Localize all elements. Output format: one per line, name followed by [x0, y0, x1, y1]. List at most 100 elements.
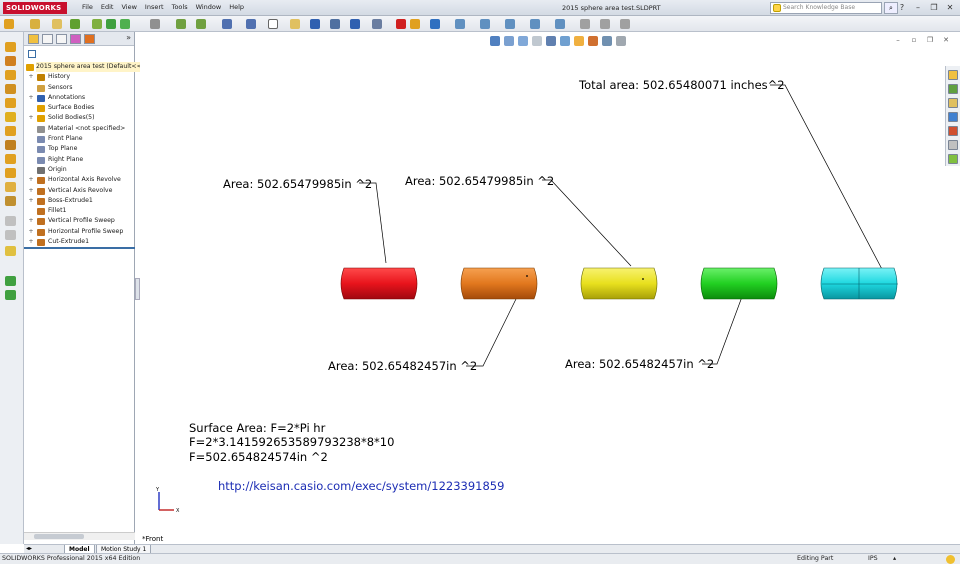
line-icon[interactable] — [455, 19, 465, 29]
cut-extrude-command-icon[interactable] — [5, 112, 16, 122]
rebuild-status-icon[interactable] — [946, 555, 955, 564]
sweep-boss-icon[interactable] — [120, 19, 130, 29]
open-folder-icon[interactable] — [52, 19, 62, 29]
offset-entities-icon[interactable] — [600, 19, 610, 29]
tree-item[interactable]: Sensors — [24, 83, 135, 93]
tree-root-part[interactable]: 2015 sphere area test (Default<< — [24, 62, 142, 72]
formula-note-2[interactable]: F=2*3.141592653589793238*8*10 — [189, 435, 394, 449]
tree-item[interactable]: + Vertical Axis Revolve — [24, 186, 135, 196]
units-dropdown-icon[interactable]: ▴ — [893, 555, 896, 562]
tab-display-manager[interactable] — [84, 34, 95, 44]
close-button[interactable]: ✕ — [944, 2, 956, 13]
minimize-viewport-icon[interactable]: – — [893, 36, 903, 44]
design-library-icon[interactable] — [948, 84, 958, 94]
shell-command-icon[interactable] — [5, 246, 16, 256]
forum-icon[interactable] — [948, 154, 958, 164]
edit-appearance-icon[interactable] — [588, 36, 598, 46]
hide-show-items-icon[interactable] — [574, 36, 584, 46]
menu-insert[interactable]: Insert — [145, 3, 164, 11]
appearances-icon[interactable] — [948, 126, 958, 136]
tab-scroll-arrows[interactable]: ◂▸ — [26, 545, 32, 552]
features-icon[interactable] — [30, 19, 40, 29]
hole-wizard-icon[interactable] — [5, 126, 16, 136]
cut-loft-command-icon[interactable] — [5, 168, 16, 178]
tab-dimxpert[interactable] — [70, 34, 81, 44]
extrude-command-icon[interactable] — [5, 42, 16, 52]
zoom-area-icon[interactable] — [504, 36, 514, 46]
sketch-icon[interactable] — [4, 19, 14, 29]
display-style-icon[interactable] — [560, 36, 570, 46]
save-icon[interactable] — [310, 19, 320, 29]
cut-sweep-command-icon[interactable] — [5, 154, 16, 164]
tab-property-manager[interactable] — [42, 34, 53, 44]
red-area-annotation[interactable]: Area: 502.65479985in ^2 — [223, 177, 372, 191]
formula-note-1[interactable]: Surface Area: F=2*Pi hr — [189, 421, 325, 435]
revolve-command-icon[interactable] — [5, 56, 16, 66]
arc-icon[interactable] — [530, 19, 540, 29]
tree-item[interactable]: Top Plane — [24, 144, 135, 154]
menu-view[interactable]: View — [121, 3, 136, 11]
options-icon[interactable] — [430, 19, 440, 29]
fillet-command-icon[interactable] — [5, 182, 16, 192]
expand-plus-icon[interactable]: + — [28, 218, 34, 224]
formula-note-3[interactable]: F=502.654824574in ^2 — [189, 450, 328, 464]
boundary-command-icon[interactable] — [5, 98, 16, 108]
tab-configuration-manager[interactable] — [56, 34, 67, 44]
expand-plus-icon[interactable]: + — [28, 115, 34, 121]
orange-area-annotation[interactable]: Area: 502.65482457in ^2 — [328, 359, 477, 373]
view-settings-icon[interactable] — [616, 36, 626, 46]
filter-icon[interactable] — [28, 50, 36, 58]
tree-item[interactable]: + Boss-Extrude1 — [24, 196, 135, 206]
rib-command-icon[interactable] — [5, 216, 16, 226]
new-document-icon[interactable] — [268, 19, 278, 29]
tree-item[interactable]: + Vertical Profile Sweep — [24, 216, 135, 226]
fillet-tool-icon[interactable] — [176, 19, 186, 29]
tree-item[interactable]: + Horizontal Profile Sweep — [24, 227, 135, 237]
tree-item[interactable]: + Solid Bodies(5) — [24, 113, 135, 123]
cut-revolve-command-icon[interactable] — [5, 140, 16, 150]
expand-plus-icon[interactable]: + — [28, 187, 34, 194]
close-viewport-icon[interactable]: ✕ — [941, 36, 951, 44]
curves-command-icon[interactable] — [5, 276, 16, 286]
expand-plus-icon[interactable]: + — [28, 177, 34, 183]
tree-item[interactable]: Right Plane — [24, 155, 135, 165]
pattern-command-icon[interactable] — [5, 196, 16, 206]
smart-dimension-icon[interactable] — [246, 19, 256, 29]
expand-plus-icon[interactable]: + — [28, 228, 34, 235]
select-icon[interactable] — [372, 19, 382, 29]
tree-item[interactable]: + Horizontal Axis Revolve — [24, 175, 135, 185]
section-view-icon[interactable] — [532, 36, 542, 46]
tree-item[interactable]: Front Plane — [24, 134, 135, 144]
rectangle-icon[interactable] — [480, 19, 490, 29]
minimize-button[interactable]: – — [912, 2, 924, 13]
rebuild-icon[interactable] — [70, 19, 80, 29]
split-viewport-icon[interactable]: ▫ — [909, 36, 919, 44]
solidworks-resources-icon[interactable] — [948, 70, 958, 80]
draft-command-icon[interactable] — [5, 230, 16, 240]
menu-edit[interactable]: Edit — [101, 3, 114, 11]
previous-view-icon[interactable] — [518, 36, 528, 46]
tree-item[interactable]: Material <not specified> — [24, 124, 135, 134]
revolve-boss-icon[interactable] — [106, 19, 116, 29]
view-palette-icon[interactable] — [948, 112, 958, 122]
total-area-annotation[interactable]: Total area: 502.65480071 inches^2 — [579, 78, 785, 92]
undo-icon[interactable] — [350, 19, 360, 29]
scrollbar-thumb[interactable] — [34, 534, 84, 539]
view-orientation-icon[interactable] — [546, 36, 556, 46]
expand-plus-icon[interactable]: + — [28, 94, 34, 101]
reference-link[interactable]: http://keisan.casio.com/exec/system/1223… — [218, 479, 504, 493]
green-area-annotation[interactable]: Area: 502.65482457in ^2 — [565, 357, 714, 371]
tree-rollback-bar[interactable] — [24, 247, 135, 249]
horizontal-scrollbar[interactable] — [24, 532, 135, 540]
chamfer-tool-icon[interactable] — [196, 19, 206, 29]
reference-geometry-icon[interactable] — [222, 19, 232, 29]
expand-chevron-icon[interactable]: » — [126, 33, 131, 42]
graphics-area[interactable] — [140, 32, 945, 544]
yellow-area-annotation[interactable]: Area: 502.65479985in ^2 — [405, 174, 554, 188]
traffic-light-icon[interactable] — [396, 19, 406, 29]
tree-item[interactable]: Surface Bodies — [24, 103, 135, 113]
file-explorer-icon[interactable] — [948, 98, 958, 108]
expand-plus-icon[interactable]: + — [28, 74, 34, 80]
sketch-fillet-icon[interactable] — [580, 19, 590, 29]
expand-plus-icon[interactable]: + — [28, 197, 34, 204]
